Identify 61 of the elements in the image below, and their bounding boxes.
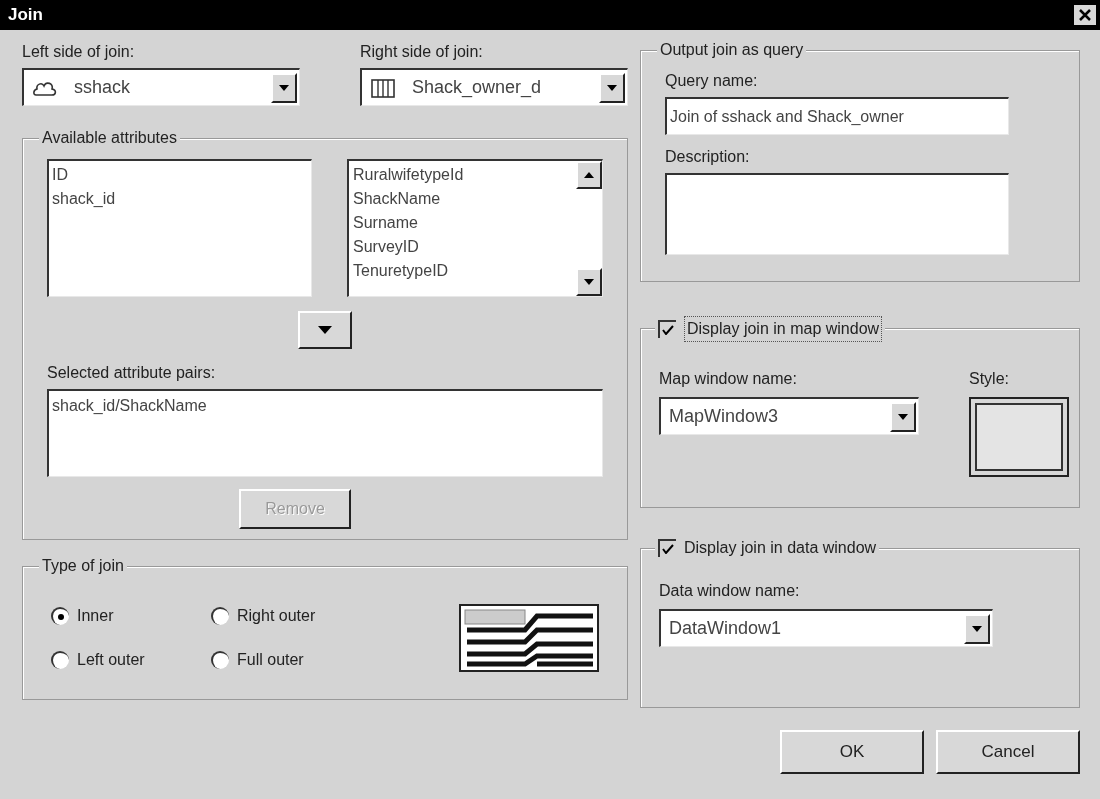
list-item[interactable]: TenuretypeID (353, 259, 576, 283)
close-icon (1079, 9, 1091, 21)
style-button[interactable] (969, 397, 1069, 477)
window-title: Join (8, 4, 43, 27)
attribute-list[interactable]: ID shack_id (47, 159, 312, 297)
checkbox[interactable]: Display join in data window (655, 536, 880, 560)
scroll-down-button[interactable] (576, 268, 602, 296)
check-icon (662, 325, 674, 335)
check-icon (662, 544, 674, 554)
data-window-dropdown[interactable]: DataWindow1 (659, 609, 993, 647)
group-title: Output join as query (657, 40, 807, 60)
caret-icon (279, 84, 289, 91)
list-item[interactable]: shack_id (52, 187, 308, 211)
dropdown-button[interactable] (599, 72, 625, 103)
table-icon (370, 76, 396, 99)
scroll-bar[interactable] (576, 161, 602, 296)
field-label: Map window name: (659, 369, 798, 389)
field-label: Description: (665, 147, 751, 167)
list-item[interactable]: Surname (353, 211, 576, 235)
query-name-field[interactable]: Join of sshack and Shack_owner (665, 97, 1009, 135)
map-window-dropdown[interactable]: MapWindow3 (659, 397, 919, 435)
list-item[interactable]: ID (52, 163, 308, 187)
field-label: Right side of join: (360, 42, 484, 62)
checkbox[interactable]: Display join in map window (655, 316, 886, 342)
radio-button[interactable]: Left outer (51, 648, 211, 672)
combo-value: Shack_owner_d (412, 76, 543, 100)
dropdown-button[interactable] (271, 72, 297, 103)
caret-icon (898, 413, 908, 420)
combo-value: sshack (74, 76, 132, 99)
field-label: Selected attribute pairs: (47, 363, 217, 383)
field-label: Left side of join: (22, 42, 136, 62)
table-dropdown[interactable]: Shack_owner_d (360, 68, 628, 106)
caret-icon (607, 84, 617, 91)
add-pair-button[interactable] (298, 311, 352, 349)
radio-button[interactable]: Right outer (211, 604, 411, 628)
field-label: Style: (969, 369, 1010, 389)
list-item[interactable]: ShackName (353, 187, 576, 211)
up-arrow-icon (584, 172, 594, 178)
caret-icon (972, 625, 982, 632)
dialog-button[interactable]: Cancel (936, 730, 1080, 774)
close-button[interactable] (1074, 5, 1096, 25)
pairs-list[interactable]: shack_id/ShackName (47, 389, 603, 477)
radio-button[interactable]: Full outer (211, 648, 411, 672)
down-arrow-icon (584, 279, 594, 285)
field-label: Data window name: (659, 581, 801, 601)
radio-button[interactable]: Inner (51, 604, 211, 628)
scroll-up-button[interactable] (576, 161, 602, 189)
dropdown-button[interactable] (964, 613, 990, 644)
list-item[interactable]: RuralwifetypeId (353, 163, 576, 187)
list-item[interactable]: shack_id/ShackName (52, 394, 599, 418)
list-item[interactable]: SurveyID (353, 235, 576, 259)
combo-value: MapWindow3 (669, 405, 780, 428)
group-title: Type of join (39, 556, 127, 576)
layer-dropdown[interactable]: sshack (22, 68, 300, 106)
field-label: Query name: (665, 71, 759, 91)
down-arrow-icon (318, 326, 332, 334)
description-field[interactable] (665, 173, 1009, 255)
dialog-button[interactable]: OK (780, 730, 924, 774)
dropdown-button[interactable] (890, 401, 916, 432)
attribute-list[interactable]: RuralwifetypeId ShackName Surname SurveyID TenuretypeID (347, 159, 603, 297)
combo-value: DataWindow1 (669, 617, 783, 640)
